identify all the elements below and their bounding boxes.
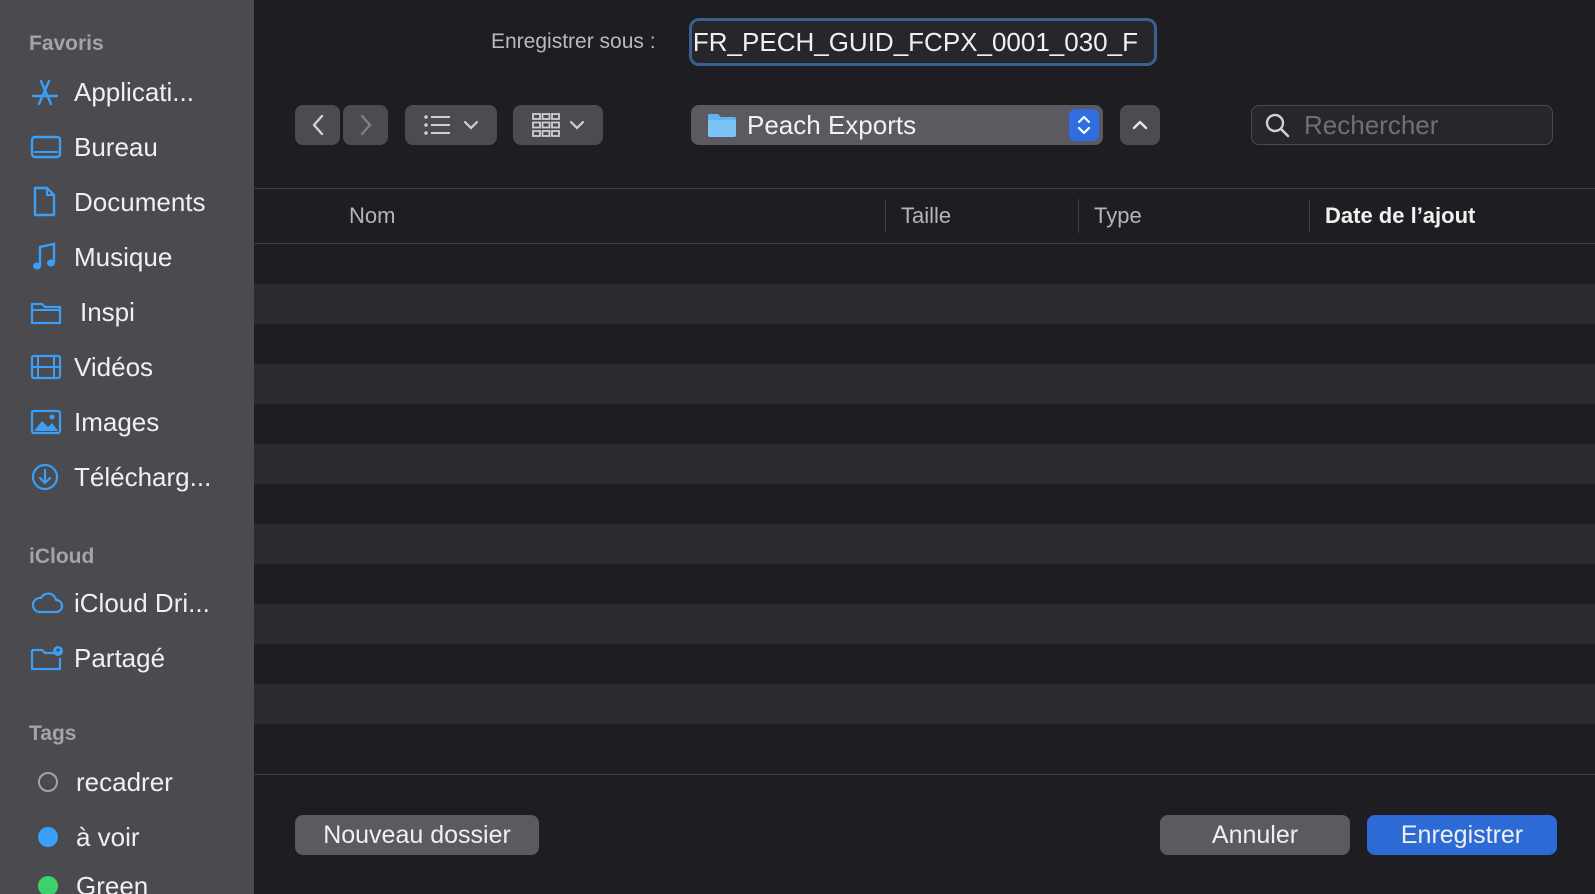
table-row <box>254 284 1595 324</box>
applications-icon <box>30 76 66 108</box>
forward-button[interactable] <box>343 105 388 145</box>
table-row <box>254 364 1595 404</box>
filename-input[interactable]: FR_PECH_GUID_FCPX_0001_030_F <box>689 18 1157 66</box>
sidebar-item-musique[interactable]: Musique <box>30 237 245 277</box>
sidebar-tag-recadrer[interactable]: recadrer <box>30 762 245 802</box>
chevron-left-icon <box>312 114 323 136</box>
list-icon <box>424 115 450 135</box>
sidebar-tag-a-voir[interactable]: à voir <box>30 817 245 857</box>
document-icon <box>30 186 66 218</box>
column-separator[interactable] <box>885 199 886 233</box>
sidebar-item-applications[interactable]: Applicati... <box>30 72 245 112</box>
chevron-down-icon <box>569 120 585 130</box>
sidebar-item-images[interactable]: Images <box>30 402 245 442</box>
sidebar-item-label: iCloud Dri... <box>74 587 210 618</box>
footer-divider <box>254 774 1595 775</box>
cancel-button[interactable]: Annuler <box>1160 815 1350 855</box>
sidebar-section-favorites: Favoris <box>29 32 104 55</box>
tag-dot-icon <box>38 876 58 894</box>
sidebar-item-label: Documents <box>74 186 206 217</box>
sidebar-item-documents[interactable]: Documents <box>30 182 245 222</box>
location-popup[interactable]: Peach Exports <box>691 105 1103 145</box>
tag-dot-icon <box>38 827 58 847</box>
sidebar-item-bureau[interactable]: Bureau <box>30 127 245 167</box>
chevron-right-icon <box>360 114 371 136</box>
sidebar-item-label: Télécharg... <box>74 461 212 492</box>
save-as-label: Enregistrer sous : <box>491 30 656 53</box>
sidebar-section-tags: Tags <box>29 722 77 745</box>
photo-icon <box>30 406 66 438</box>
sidebar: Favoris Applicati... Bureau Documents Mu… <box>0 0 254 894</box>
download-icon <box>30 461 66 493</box>
new-folder-button[interactable]: Nouveau dossier <box>295 815 539 855</box>
popup-stepper-icon <box>1069 109 1099 141</box>
sidebar-item-label: Inspi <box>80 296 135 327</box>
file-list-header: Nom Taille Type Date de l’ajout <box>254 188 1595 244</box>
sidebar-item-telechargements[interactable]: Télécharg... <box>30 457 245 497</box>
collapse-button[interactable] <box>1120 105 1160 145</box>
sidebar-item-videos[interactable]: Vidéos <box>30 347 245 387</box>
sidebar-item-label: recadrer <box>76 766 173 797</box>
column-header-type[interactable]: Type <box>1094 189 1142 243</box>
desktop-icon <box>30 131 66 163</box>
shared-folder-icon <box>30 642 66 674</box>
music-icon <box>30 241 66 273</box>
search-placeholder: Rechercher <box>1304 109 1439 140</box>
tag-circle-icon <box>38 772 58 792</box>
sidebar-tag-green[interactable]: Green <box>30 866 245 894</box>
table-row <box>254 564 1595 604</box>
file-list[interactable] <box>254 244 1595 774</box>
table-row <box>254 484 1595 524</box>
group-view-button[interactable] <box>513 105 603 145</box>
save-button[interactable]: Enregistrer <box>1367 815 1557 855</box>
sidebar-item-icloud-drive[interactable]: iCloud Dri... <box>30 583 245 623</box>
table-row <box>254 244 1595 284</box>
film-icon <box>30 351 66 383</box>
list-view-button[interactable] <box>405 105 497 145</box>
column-separator[interactable] <box>1078 199 1079 233</box>
table-row <box>254 324 1595 364</box>
table-row <box>254 684 1595 724</box>
sidebar-item-inspi[interactable]: Inspi <box>30 292 245 332</box>
table-row <box>254 724 1595 764</box>
table-row <box>254 644 1595 684</box>
sidebar-item-label: Images <box>74 406 160 437</box>
table-row <box>254 404 1595 444</box>
save-dialog-main: Enregistrer sous : FR_PECH_GUID_FCPX_000… <box>254 0 1595 894</box>
column-header-date-added[interactable]: Date de l’ajout <box>1325 189 1475 243</box>
location-label: Peach Exports <box>747 109 917 140</box>
table-row <box>254 604 1595 644</box>
column-header-size[interactable]: Taille <box>901 189 951 243</box>
sidebar-item-label: à voir <box>76 821 140 852</box>
grid-icon <box>532 113 560 137</box>
cloud-icon <box>30 587 66 619</box>
sidebar-item-label: Partagé <box>74 642 166 673</box>
sidebar-item-label: Bureau <box>74 131 158 162</box>
folder-icon <box>708 114 736 137</box>
back-button[interactable] <box>295 105 340 145</box>
sidebar-item-partage[interactable]: Partagé <box>30 638 245 678</box>
filename-value: FR_PECH_GUID_FCPX_0001_030_F <box>692 26 1138 57</box>
search-icon <box>1265 113 1290 138</box>
folder-icon <box>30 296 66 328</box>
sidebar-item-label: Vidéos <box>74 351 154 382</box>
chevron-up-icon <box>1132 120 1148 130</box>
table-row <box>254 444 1595 484</box>
sidebar-item-label: Green <box>76 870 149 894</box>
search-field[interactable]: Rechercher <box>1251 105 1553 145</box>
column-header-name[interactable]: Nom <box>349 189 395 243</box>
sidebar-item-label: Applicati... <box>74 76 194 107</box>
sidebar-item-label: Musique <box>74 241 173 272</box>
column-separator[interactable] <box>1309 199 1310 233</box>
sidebar-section-icloud: iCloud <box>29 545 95 568</box>
table-row <box>254 524 1595 564</box>
chevron-down-icon <box>463 120 479 130</box>
